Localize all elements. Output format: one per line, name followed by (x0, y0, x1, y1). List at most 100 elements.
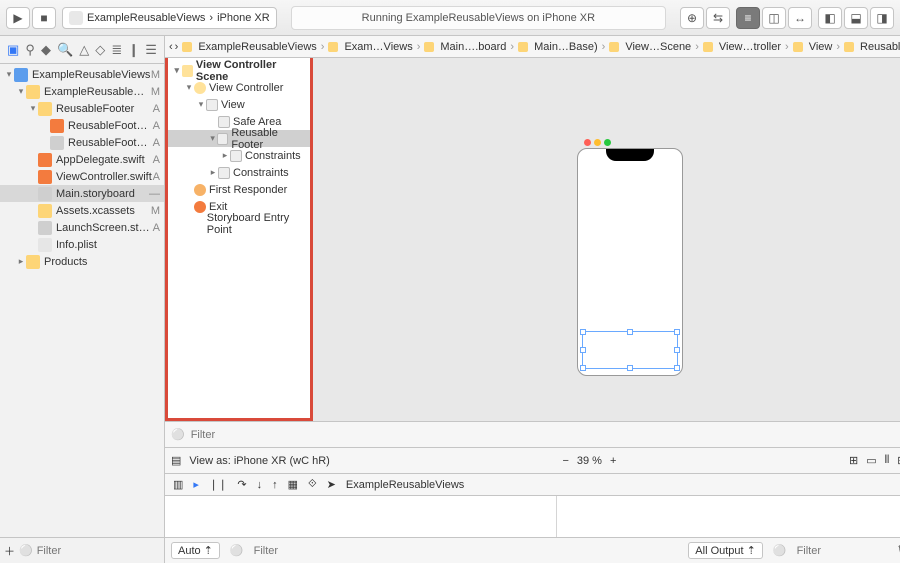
filter-icon: ⚪ (171, 428, 185, 441)
jumpbar-segment[interactable]: ExampleReusableViews (180, 41, 318, 53)
toolbar: ▶ ■ ExampleReusableViews › iPhone XR Run… (0, 0, 900, 36)
device-notch (606, 149, 654, 161)
navigator-filter[interactable] (37, 545, 179, 557)
file-tree-item[interactable]: LaunchScreen.storyboardA (0, 219, 164, 236)
variables-scope[interactable]: Auto ⇡ (171, 542, 220, 559)
memory-graph-button[interactable]: ⟐ (308, 478, 317, 491)
find-navigator-tab[interactable]: 🔍 (57, 42, 73, 58)
navigator-tabs: ▣ ⚲ ◆ 🔍 △ ◇ ≣ ❙ ☰ (0, 36, 164, 64)
outline-item[interactable]: ▾View (168, 96, 310, 113)
breakpoint-navigator-tab[interactable]: ❙ (128, 42, 139, 58)
file-tree-item[interactable]: ReusableFooter.swiftA (0, 117, 164, 134)
device-frame[interactable] (577, 148, 683, 376)
constraint-btn-2[interactable]: ▭ (866, 454, 876, 467)
back-button[interactable]: ‹ (169, 41, 173, 53)
file-tree-item[interactable]: ReusableFooter.xibA (0, 134, 164, 151)
issue-navigator-tab[interactable]: △ (79, 42, 89, 58)
stop-button[interactable]: ■ (32, 7, 56, 29)
outline-item[interactable]: ▸Constraints (168, 164, 310, 181)
navigator-panel: ▣ ⚲ ◆ 🔍 △ ◇ ≣ ❙ ☰ ▾ExampleReusableViewsM… (0, 36, 165, 563)
step-into-button[interactable]: ↓ (257, 479, 263, 491)
chevron-right-icon: › (209, 12, 213, 24)
test-navigator-tab[interactable]: ◇ (95, 42, 105, 58)
zoom-out-button[interactable]: − (562, 455, 568, 467)
outline-item[interactable]: ▸Constraints (168, 147, 310, 164)
file-tree-item[interactable]: Assets.xcassetsM (0, 202, 164, 219)
step-over-button[interactable]: ↷ (237, 478, 246, 491)
outline-filter-bar: ⚪ (165, 421, 900, 447)
outline-item[interactable]: Storyboard Entry Point (168, 215, 310, 232)
add-icon[interactable]: ＋ (4, 543, 15, 559)
outline-item[interactable]: ▾View Controller Scene (168, 62, 310, 79)
jumpbar-segment[interactable]: View…troller (701, 41, 783, 53)
forward-button[interactable]: › (175, 41, 179, 53)
align-button[interactable]: ⫴ (885, 454, 890, 467)
outline-toggle-button[interactable]: ▤ (171, 454, 181, 467)
navigator-footer: ＋ ⚪ ⏱ ▭ (0, 537, 164, 563)
console-filter[interactable] (797, 545, 887, 557)
code-review-button[interactable]: ⇆ (706, 7, 730, 29)
console-scope[interactable]: All Output ⇡ (688, 542, 763, 559)
clear-console-button[interactable]: 🗑 (897, 544, 900, 557)
outline-item[interactable]: ▾Reusable Footer (168, 130, 310, 147)
console-view[interactable] (557, 496, 900, 537)
file-tree[interactable]: ▾ExampleReusableViewsM▾ExampleReusableVi… (0, 64, 164, 537)
zoom-label: 39 % (577, 455, 602, 467)
continue-button[interactable]: ❘❘ (209, 478, 227, 491)
debug-navigator-tab[interactable]: ≣ (111, 42, 122, 58)
jumpbar-segment[interactable]: Main….board (422, 41, 508, 53)
symbol-navigator-tab[interactable]: ◆ (41, 42, 51, 58)
toggle-bottom-panel[interactable]: ⬓ (844, 7, 868, 29)
jumpbar-segment[interactable]: Exam…Views (326, 41, 414, 53)
library-button[interactable]: ⊕ (680, 7, 704, 29)
zoom-in-button[interactable]: + (610, 455, 616, 467)
outline-filter[interactable] (191, 429, 900, 441)
app-icon (69, 11, 83, 25)
jumpbar-segment[interactable]: View…Scene (607, 41, 693, 53)
selected-view-reusable-footer[interactable] (582, 331, 678, 369)
console-filter-icon: ⚪ (773, 544, 787, 557)
document-outline[interactable]: ▾View Controller Scene▾View Controller▾V… (165, 58, 313, 421)
toggle-left-panel[interactable]: ◧ (818, 7, 842, 29)
file-tree-item[interactable]: ▾ExampleReusableViewsM (0, 66, 164, 83)
toggle-right-panel[interactable]: ◨ (870, 7, 894, 29)
standard-editor-button[interactable]: ≡ (736, 7, 760, 29)
debug-target[interactable]: ExampleReusableViews (346, 479, 464, 491)
ib-canvas[interactable] (313, 58, 900, 421)
scheme-app: ExampleReusableViews (87, 12, 205, 24)
source-control-tab[interactable]: ⚲ (25, 42, 35, 58)
file-tree-item[interactable]: AppDelegate.swiftA (0, 151, 164, 168)
step-out-button[interactable]: ↑ (272, 479, 278, 491)
outline-item[interactable]: First Responder (168, 181, 310, 198)
variables-view[interactable] (165, 496, 557, 537)
project-navigator-tab[interactable]: ▣ (7, 42, 19, 58)
file-tree-item[interactable]: Info.plist (0, 236, 164, 253)
file-tree-item[interactable]: ViewController.swiftA (0, 168, 164, 185)
file-tree-item[interactable]: ▸Products (0, 253, 164, 270)
view-as-label[interactable]: View as: iPhone XR (wC hR) (189, 455, 329, 467)
file-tree-item[interactable]: ▾ExampleReusableViewsM (0, 83, 164, 100)
constraint-btn-1[interactable]: ⊞ (849, 454, 858, 467)
run-button[interactable]: ▶ (6, 7, 30, 29)
debug-view-button[interactable]: ▦ (288, 478, 298, 491)
variables-filter[interactable] (254, 545, 344, 557)
editor-area: ‹ › ExampleReusableViews›Exam…Views›Main… (165, 36, 900, 563)
variables-filter-icon: ⚪ (230, 544, 244, 557)
jumpbar-segment[interactable]: Reusable Footer (842, 41, 900, 53)
jumpbar-segment[interactable]: Main…Base) (516, 41, 600, 53)
canvas-footer: ▤ View as: iPhone XR (wC hR) − 39 % + ⊞ … (165, 447, 900, 473)
jump-bar[interactable]: ‹ › ExampleReusableViews›Exam…Views›Main… (165, 36, 900, 58)
breakpoints-button[interactable]: ▸ (193, 478, 199, 491)
assistant-editor-button[interactable]: ◫ (762, 7, 786, 29)
location-button[interactable]: ➤ (327, 478, 336, 491)
hide-debug-button[interactable]: ▥ (173, 478, 183, 491)
activity-view: Running ExampleReusableViews on iPhone X… (291, 6, 666, 30)
file-tree-item[interactable]: Main.storyboard— (0, 185, 164, 202)
scheme-selector[interactable]: ExampleReusableViews › iPhone XR (62, 7, 277, 29)
scheme-device: iPhone XR (217, 12, 270, 24)
file-tree-item[interactable]: ▾ReusableFooterA (0, 100, 164, 117)
window-traffic-lights (584, 139, 611, 146)
jumpbar-segment[interactable]: View (791, 41, 835, 53)
version-editor-button[interactable]: ↔ (788, 7, 812, 29)
report-navigator-tab[interactable]: ☰ (145, 42, 157, 58)
